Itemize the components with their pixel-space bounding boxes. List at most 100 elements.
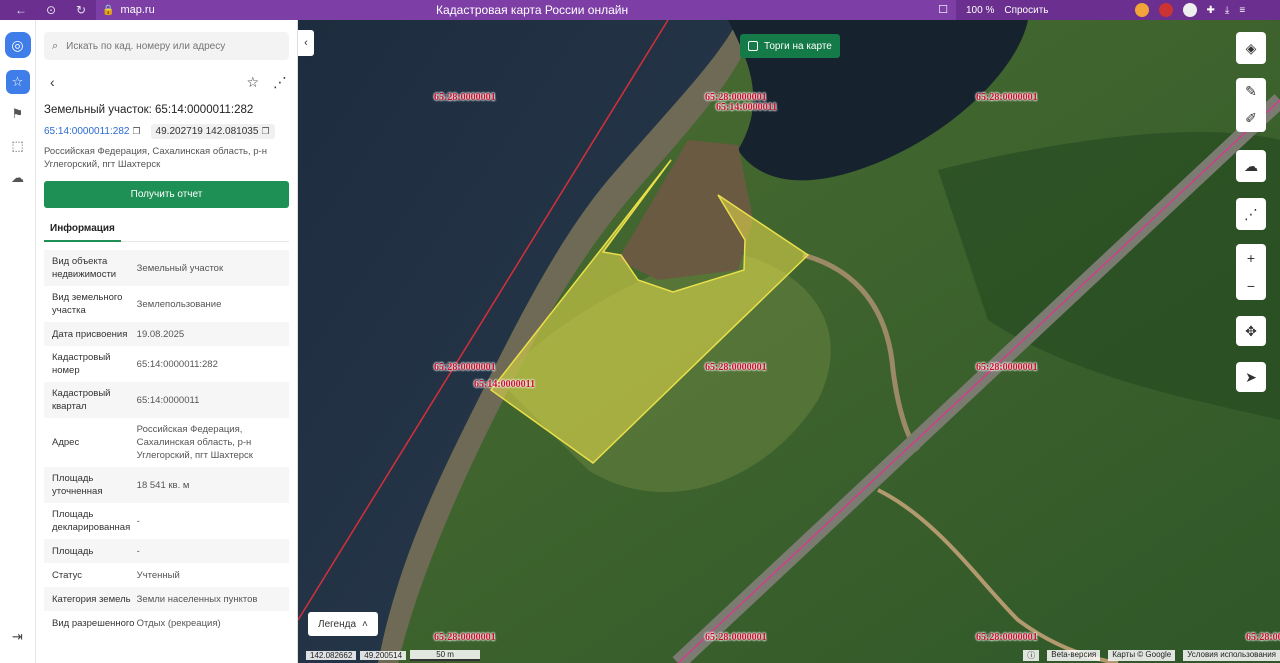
checkbox-icon[interactable]	[748, 41, 758, 51]
favorites-icon[interactable]: ☆	[5, 70, 30, 94]
page-title: Кадастровая карта России онлайн	[436, 3, 629, 17]
copy-icon[interactable]: ❐	[132, 126, 140, 136]
cad-number-text: 65:14:0000011:282	[44, 126, 130, 137]
cadastral-label[interactable]: 65:28:0000001	[434, 92, 496, 103]
draw-tools: ✎ ✐	[1236, 78, 1266, 132]
address-bar[interactable]: 🔒 map.ru Кадастровая карта России онлайн…	[96, 0, 956, 20]
bookmark-icon[interactable]: ☐	[938, 3, 948, 16]
map-view[interactable]: ‹ Торги на карте 65:28:0000001 65:28:000…	[298, 20, 1280, 663]
extension-icon[interactable]	[1134, 3, 1149, 17]
cadastral-label[interactable]: 65:28:0000001	[705, 632, 767, 643]
search-box[interactable]: ⌕	[44, 32, 289, 60]
cadastral-label[interactable]: 65:14:0000011	[474, 379, 535, 390]
browser-tools: 100 % Спросить ✚ ⤓ ≡	[956, 3, 1245, 17]
beta-label: Beta-версия	[1047, 650, 1101, 661]
cadastral-label[interactable]: 65:28:0000001	[976, 92, 1038, 103]
info-value: Отдых (рекреация)	[136, 617, 221, 629]
ask-button[interactable]: Спросить	[1004, 5, 1048, 16]
share-icon: ⋰	[1244, 205, 1258, 222]
move-icon: ✥	[1245, 322, 1257, 339]
satellite-imagery	[298, 20, 1280, 663]
info-value: Земли населенных пунктов	[136, 593, 258, 605]
extension-icon[interactable]	[1182, 3, 1197, 17]
info-value: 19.08.2025	[136, 328, 185, 340]
info-key: Вид земельного участка	[52, 292, 123, 316]
locate-button[interactable]: ➤	[1236, 362, 1266, 392]
tab-information[interactable]: Информация	[44, 216, 121, 242]
pan-button[interactable]: ✥	[1236, 316, 1266, 346]
zoom-controls: + −	[1236, 244, 1266, 300]
coords-badge[interactable]: 49.202719 142.081035 ❐	[150, 124, 275, 139]
coord-lon: 142.082662	[306, 651, 357, 660]
collapse-panel-button[interactable]: ‹	[298, 30, 314, 56]
url-text: map.ru	[120, 4, 155, 16]
zoom-level[interactable]: 100 %	[966, 5, 994, 16]
cadastral-label[interactable]: 65:28:0000001	[976, 632, 1038, 643]
cad-number-link[interactable]: 65:14:0000011:282 ❐	[44, 126, 141, 137]
share-map-button[interactable]: ⋰	[1236, 198, 1266, 230]
info-value: 65:14:0000011	[136, 394, 200, 406]
info-row: Вид разрешенного Отдых (рекреация)	[44, 611, 289, 635]
info-key: Площадь декларированная	[52, 509, 131, 533]
info-row: Площадь уточненная 18 541 кв. м	[44, 467, 289, 503]
info-key: Статус	[52, 569, 83, 581]
info-row: Кадастровый квартал 65:14:0000011	[44, 382, 289, 418]
info-row: Вид земельного участка Землепользование	[44, 286, 289, 322]
extension-icon[interactable]	[1158, 3, 1173, 17]
reload-icon[interactable]: ↻	[66, 3, 96, 17]
info-key: Площадь	[52, 545, 94, 557]
pencil-icon[interactable]: ✎	[1245, 83, 1257, 100]
info-row: Площадь -	[44, 539, 289, 563]
info-value: Землепользование	[136, 298, 222, 310]
menu-icon[interactable]: ≡	[1239, 5, 1245, 16]
panel-header: ‹ ☆ ⋰	[36, 64, 297, 100]
cadastral-label[interactable]: 65:28:0000001	[434, 362, 496, 373]
legend-button[interactable]: Легенда ˄	[308, 612, 378, 636]
cadastral-label[interactable]: 65:14:0000011	[716, 102, 777, 113]
edit-icon[interactable]: ✐	[1245, 110, 1257, 127]
star-icon[interactable]: ☆	[246, 74, 259, 91]
cadastral-label[interactable]: 65:28:0000001	[705, 362, 767, 373]
layers-button[interactable]: ◈	[1236, 32, 1266, 64]
info-table: Вид объекта недвижимости Земельный участо…	[44, 250, 289, 635]
cadastral-label[interactable]: 65:28:0000001	[976, 362, 1038, 373]
cadastral-label[interactable]: 65:28:0000001	[1246, 632, 1280, 643]
route-icon[interactable]: ⚑	[6, 102, 30, 126]
cloud-upload-icon: ☁	[1244, 157, 1258, 174]
back-arrow-icon[interactable]: ←	[6, 3, 36, 17]
left-rail: ◎ ☆ ⚑ ⬚ ☁ ⇥	[0, 20, 36, 663]
info-row: Адрес Российская Федерация, Сахалинская о…	[44, 418, 289, 467]
attribution: Карты © Google	[1108, 650, 1176, 661]
chevron-up-icon: ˄	[362, 618, 368, 630]
info-row: Статус Учтенный	[44, 563, 289, 587]
profile-icon[interactable]: ⊙	[36, 3, 66, 17]
info-key: Кадастровый квартал	[52, 388, 111, 412]
info-value: 18 541 кв. м	[136, 479, 190, 491]
panel-tabs: Информация	[44, 216, 289, 242]
cadastral-label[interactable]: 65:28:0000001	[434, 632, 496, 643]
zoom-in-icon[interactable]: +	[1247, 250, 1255, 266]
tender-toggle[interactable]: Торги на карте	[740, 34, 840, 58]
map-footer: ⓘ Beta-версия Карты © Google Условия исп…	[1023, 650, 1280, 661]
puzzle-icon[interactable]: ✚	[1207, 5, 1215, 16]
selection-icon[interactable]: ⬚	[6, 134, 30, 158]
app-logo-icon[interactable]: ◎	[4, 32, 31, 58]
download-icon[interactable]: ⤓	[1225, 5, 1229, 16]
navigation-arrow-icon: ➤	[1245, 368, 1257, 385]
info-value: Земельный участок	[136, 262, 224, 274]
cloud-icon[interactable]: ☁	[6, 166, 30, 190]
search-input[interactable]	[66, 40, 281, 52]
terms-link[interactable]: Условия использования	[1183, 650, 1280, 661]
back-chevron-icon[interactable]: ‹	[50, 74, 55, 90]
get-report-button[interactable]: Получить отчет	[44, 181, 289, 208]
info-value: Российская Федерация, Сахалинская област…	[136, 424, 253, 461]
share-icon[interactable]: ⋰	[273, 74, 287, 91]
upload-button[interactable]: ☁	[1236, 150, 1266, 182]
copy-icon[interactable]: ❐	[261, 126, 269, 136]
info-icon[interactable]: ⓘ	[1023, 650, 1040, 661]
info-key: Адрес	[52, 437, 80, 448]
zoom-out-icon[interactable]: −	[1247, 278, 1255, 294]
logout-icon[interactable]: ⇥	[12, 629, 23, 645]
layers-icon: ◈	[1245, 39, 1257, 56]
info-panel: ⌕ ‹ ☆ ⋰ Земельный участок: 65:14:0000011…	[36, 20, 298, 663]
